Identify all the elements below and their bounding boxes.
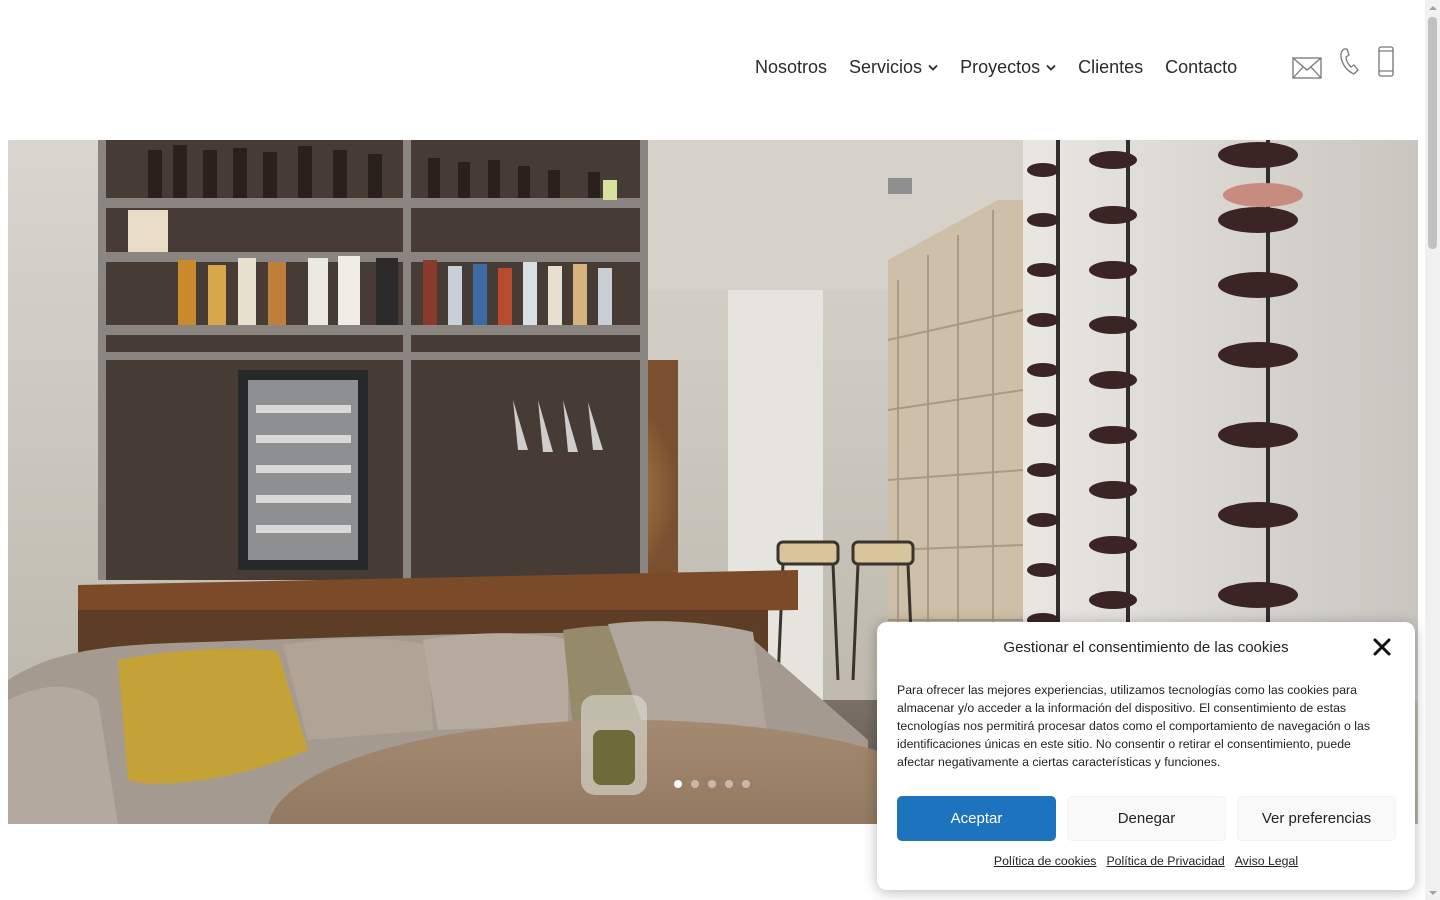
slider-dot[interactable] <box>674 780 682 788</box>
nav-label: Proyectos <box>960 57 1041 77</box>
scrollbar-thumb[interactable] <box>1428 17 1437 249</box>
site-header: Nosotros Servicios Proyectos Clientes Co… <box>0 0 1425 140</box>
phone-icon[interactable] <box>1338 46 1362 76</box>
scroll-down-arrow-icon[interactable] <box>1425 885 1440 900</box>
nav-item-nosotros[interactable]: Nosotros <box>755 57 827 78</box>
nav-item-servicios[interactable]: Servicios <box>849 57 938 78</box>
chevron-down-icon <box>1046 63 1056 73</box>
scrollbar[interactable] <box>1425 0 1440 900</box>
slider-dot[interactable] <box>725 780 733 788</box>
main-nav: Nosotros Servicios Proyectos Clientes Co… <box>755 57 1259 78</box>
scroll-up-arrow-icon[interactable] <box>1425 0 1440 15</box>
slider-dots <box>674 780 759 788</box>
accept-button[interactable]: Aceptar <box>897 796 1056 841</box>
chevron-down-icon <box>928 63 938 73</box>
legal-notice-link[interactable]: Aviso Legal <box>1235 854 1298 868</box>
nav-item-clientes[interactable]: Clientes <box>1078 57 1143 78</box>
cookie-description: Para ofrecer las mejores experiencias, u… <box>897 683 1371 769</box>
nav-label: Servicios <box>849 57 923 77</box>
cookie-buttons: Aceptar Denegar Ver preferencias <box>897 796 1396 841</box>
slider-dot[interactable] <box>708 780 716 788</box>
deny-button[interactable]: Denegar <box>1067 796 1226 841</box>
cookie-title: Gestionar el consentimiento de las cooki… <box>1003 639 1289 656</box>
preferences-button[interactable]: Ver preferencias <box>1237 796 1396 841</box>
mobile-icon[interactable] <box>1376 46 1396 78</box>
slider-dot[interactable] <box>691 780 699 788</box>
close-icon[interactable] <box>1373 638 1391 656</box>
nav-item-contacto[interactable]: Contacto <box>1165 57 1237 78</box>
cookie-links: Política de cookies Política de Privacid… <box>877 854 1415 868</box>
nav-item-proyectos[interactable]: Proyectos <box>960 57 1056 78</box>
privacy-policy-link[interactable]: Política de Privacidad <box>1106 854 1224 868</box>
contact-icons <box>1292 46 1396 82</box>
slider-dot[interactable] <box>742 780 750 788</box>
nav-label: Nosotros <box>755 57 828 77</box>
cookie-consent-banner: Gestionar el consentimiento de las cooki… <box>877 622 1415 890</box>
nav-label: Clientes <box>1078 57 1144 77</box>
nav-label: Contacto <box>1165 57 1238 77</box>
envelope-icon[interactable] <box>1292 52 1322 82</box>
cookie-policy-link[interactable]: Política de cookies <box>994 854 1097 868</box>
